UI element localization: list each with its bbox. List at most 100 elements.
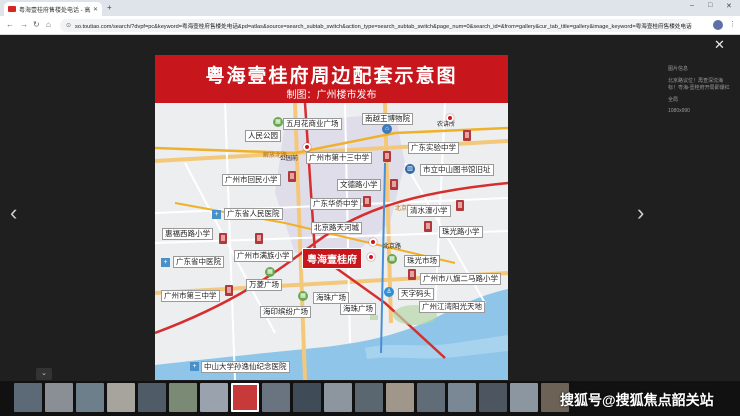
poi-label: 广东省人民医院	[224, 208, 283, 220]
school-icon	[424, 221, 432, 232]
thumbnail-item[interactable]	[14, 383, 42, 412]
thumbnail-item[interactable]	[76, 383, 104, 412]
poi-label: 广州市第十三中学	[306, 152, 372, 164]
thumbnail-item[interactable]	[386, 383, 414, 412]
poi-label: 清水濠小学	[407, 205, 451, 217]
school-icon	[456, 200, 464, 211]
browser-toolbar: ← → ↻ ⌂ ⊙ so.toutiao.com/search/?dvpf=pc…	[0, 16, 740, 35]
school-icon	[463, 130, 471, 141]
poi-label: 广州市第三中学	[161, 290, 220, 302]
forward-icon[interactable]: →	[20, 20, 28, 29]
thumbnail-item[interactable]	[448, 383, 476, 412]
profile-avatar[interactable]	[713, 20, 723, 30]
minimize-icon[interactable]: –	[690, 2, 694, 9]
thumbnail-item[interactable]	[200, 383, 228, 412]
thumbnail-item[interactable]	[231, 383, 259, 412]
poi-label: 天字码头	[398, 288, 434, 300]
school-icon	[383, 151, 391, 162]
poi-label: 五月花商业广场	[283, 118, 342, 130]
school-icon	[363, 196, 371, 207]
pier-icon: ⚓	[384, 287, 394, 297]
thumbnail-item[interactable]	[138, 383, 166, 412]
maximize-icon[interactable]: □	[708, 2, 712, 9]
poi-label: 珠光市场	[404, 255, 440, 267]
poi-label: 广州市八旗二马路小学	[420, 273, 501, 285]
hospital-icon: +	[212, 210, 221, 219]
poi-label: 万菱广场	[246, 279, 282, 291]
poi-label: 广东省中医院	[173, 256, 224, 268]
url-text: so.toutiao.com/search/?dvpf=pc&keyword=粤…	[75, 23, 692, 30]
poi-label: 广东华侨中学	[310, 198, 361, 210]
library-icon: ▥	[405, 164, 415, 174]
project-label: 粤海壹桂府	[302, 248, 362, 269]
school-icon	[408, 269, 416, 280]
tab-bar: 粤海壹桂府售楼处电话 - 高... ✕ + – □ ✕	[0, 0, 740, 16]
info-title: 图片信息	[668, 66, 689, 72]
metro-station-icon	[446, 114, 454, 122]
poi-label: 中山大学孙逸仙纪念医院	[201, 361, 290, 373]
project-pin-icon	[367, 253, 375, 261]
collapse-strip-icon[interactable]: ⌄	[36, 368, 52, 380]
thumbnail-item[interactable]	[293, 383, 321, 412]
map-title: 粤海壹桂府周边配套示意图	[205, 66, 458, 87]
poi-label: 珠光路小学	[439, 226, 483, 238]
thumbnail-item[interactable]	[45, 383, 73, 412]
poi-label: 广州市回民小学	[222, 174, 281, 186]
poi-label: 文德路小学	[337, 179, 381, 191]
image-info-panel: 图片信息 北京路议位！再查深沈海标！粤海-壹桂府开局即爆红 全局 1080x99…	[668, 66, 732, 120]
metro-station-icon	[369, 238, 377, 246]
market-icon: ▦	[387, 254, 397, 264]
mall-icon: ▦	[298, 291, 308, 301]
poi-label: 广州江湾阳光天地	[419, 301, 485, 313]
mall-icon: ▦	[265, 267, 275, 277]
close-viewer-icon[interactable]: ✕	[714, 37, 725, 53]
poi-label: 广东实验中学	[408, 142, 459, 154]
school-icon	[390, 179, 398, 190]
poi-label: 市立中山图书馆旧址	[420, 164, 494, 176]
thumbnail-item[interactable]	[107, 383, 135, 412]
info-full[interactable]: 全局	[668, 97, 732, 105]
school-icon	[225, 285, 233, 296]
poi-label: 海珠广场	[340, 303, 376, 315]
school-icon	[288, 171, 296, 182]
menu-kebab-icon[interactable]: ⋮	[729, 20, 736, 28]
site-info-icon[interactable]: ⊙	[66, 22, 71, 29]
watermark-text: 搜狐号@搜狐焦点韶关站	[560, 392, 714, 408]
museum-icon: ⌂	[382, 124, 392, 134]
poi-label: 海印缤纷广场	[260, 306, 311, 318]
thumbnail-item[interactable]	[355, 383, 383, 412]
hospital-icon: +	[161, 258, 170, 267]
next-image-icon[interactable]: ›	[637, 200, 644, 226]
home-icon[interactable]: ⌂	[46, 20, 51, 29]
browser-tab[interactable]: 粤海壹桂府售楼处电话 - 高... ✕	[4, 2, 102, 16]
toutiao-favicon-icon	[8, 6, 16, 12]
poi-label: 人民公园	[245, 130, 281, 142]
info-size: 1080x990	[668, 108, 690, 114]
station-label: 公园前	[280, 156, 299, 162]
thumbnail-item[interactable]	[169, 383, 197, 412]
thumbnail-item[interactable]	[417, 383, 445, 412]
close-tab-icon[interactable]: ✕	[93, 6, 98, 13]
thumbnail-item[interactable]	[324, 383, 352, 412]
reload-icon[interactable]: ↻	[33, 20, 40, 29]
metro-station-icon	[303, 143, 311, 151]
back-icon[interactable]: ←	[6, 20, 14, 29]
poi-label: 北京路天河城	[311, 222, 362, 234]
school-icon	[219, 233, 227, 244]
map-image: 粤海壹桂府周边配套示意图 制图：广州楼市发布 解放北路 北京路 五月花商业广场 …	[155, 55, 508, 380]
previous-image-icon[interactable]: ‹	[10, 200, 17, 226]
map-subtitle: 制图：广州楼市发布	[286, 90, 377, 101]
window-close-icon[interactable]: ✕	[726, 2, 732, 10]
hospital-icon: +	[190, 362, 199, 371]
new-tab-icon[interactable]: +	[107, 3, 112, 12]
tab-title: 粤海壹桂府售楼处电话 - 高...	[19, 7, 91, 14]
address-bar[interactable]: ⊙ so.toutiao.com/search/?dvpf=pc&keyword…	[60, 19, 692, 32]
thumbnail-item[interactable]	[479, 383, 507, 412]
poi-label: 广州市满族小学	[234, 250, 293, 262]
poi-label: 惠福西路小学	[162, 228, 213, 240]
thumbnail-item[interactable]	[510, 383, 538, 412]
mall-icon: ▦	[273, 117, 283, 127]
thumbnail-item[interactable]	[262, 383, 290, 412]
info-source[interactable]: 北京路议位！再查深沈海标！粤海-壹桂府开局即爆红	[668, 78, 732, 93]
station-label: 北京路	[383, 244, 402, 250]
